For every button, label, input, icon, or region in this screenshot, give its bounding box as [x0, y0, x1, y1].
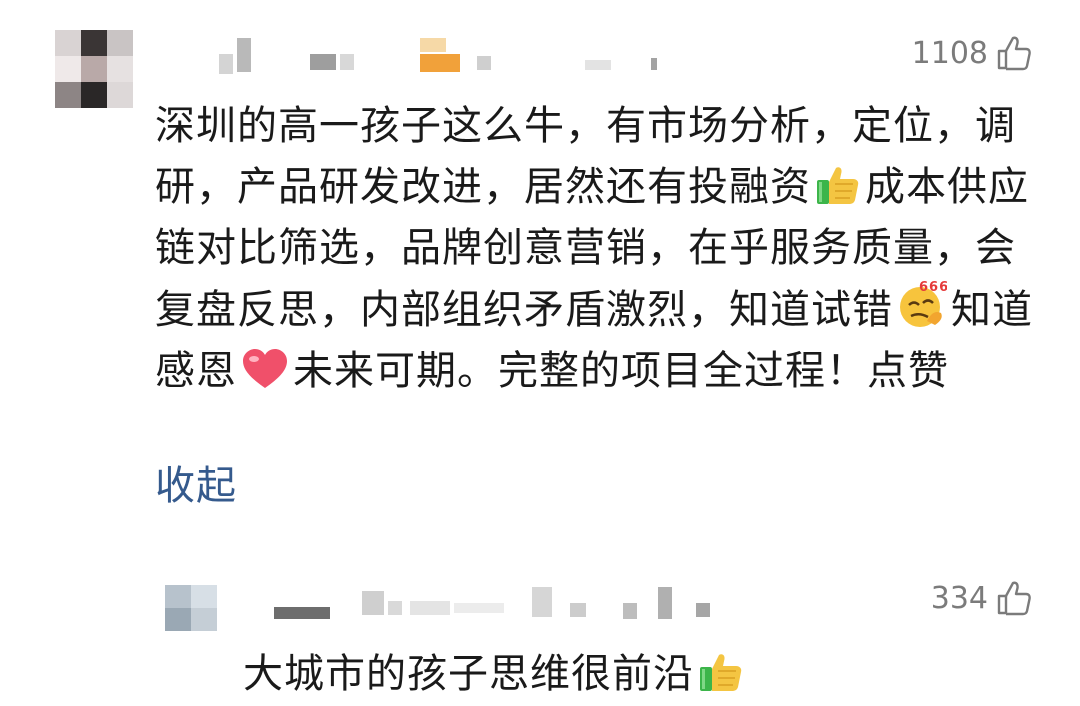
heart-emoji-icon: [243, 349, 287, 388]
collapse-link[interactable]: 收起: [155, 456, 237, 517]
comment-text: 深圳的高一孩子这么牛，有市场分析，定位，调研，产品研发改进，居然还有投融资 成本…: [155, 96, 1035, 402]
thumbs-up-emoji-icon: [700, 654, 742, 691]
like-count-text: 334: [930, 580, 988, 616]
comment-text-part: 未来可期。完整的项目全过程！点赞: [293, 348, 949, 394]
username-blurred[interactable]: [270, 585, 720, 625]
emoji-666-label: 666: [919, 280, 947, 295]
comment-text: 大城市的孩子思维很前沿: [243, 645, 1043, 703]
like-count[interactable]: 1108: [912, 34, 1032, 72]
comment-item: 1108 深圳的高一孩子这么牛，有市场分析，定位，调研，产品研发改进，居然还有投…: [0, 0, 1080, 560]
username-blurred[interactable]: [215, 38, 665, 78]
666-smug-emoji-icon: 666: [900, 280, 947, 327]
comment-text-part: 大城市的孩子思维很前沿: [243, 651, 694, 697]
thumbs-up-outline-icon[interactable]: [996, 579, 1032, 617]
like-count[interactable]: 334: [931, 579, 1032, 617]
like-count-text: 1108: [911, 35, 988, 71]
avatar[interactable]: [165, 585, 217, 631]
avatar[interactable]: [55, 30, 133, 108]
thumbs-up-emoji-icon: [817, 167, 859, 204]
thumbs-up-outline-icon[interactable]: [996, 34, 1032, 72]
